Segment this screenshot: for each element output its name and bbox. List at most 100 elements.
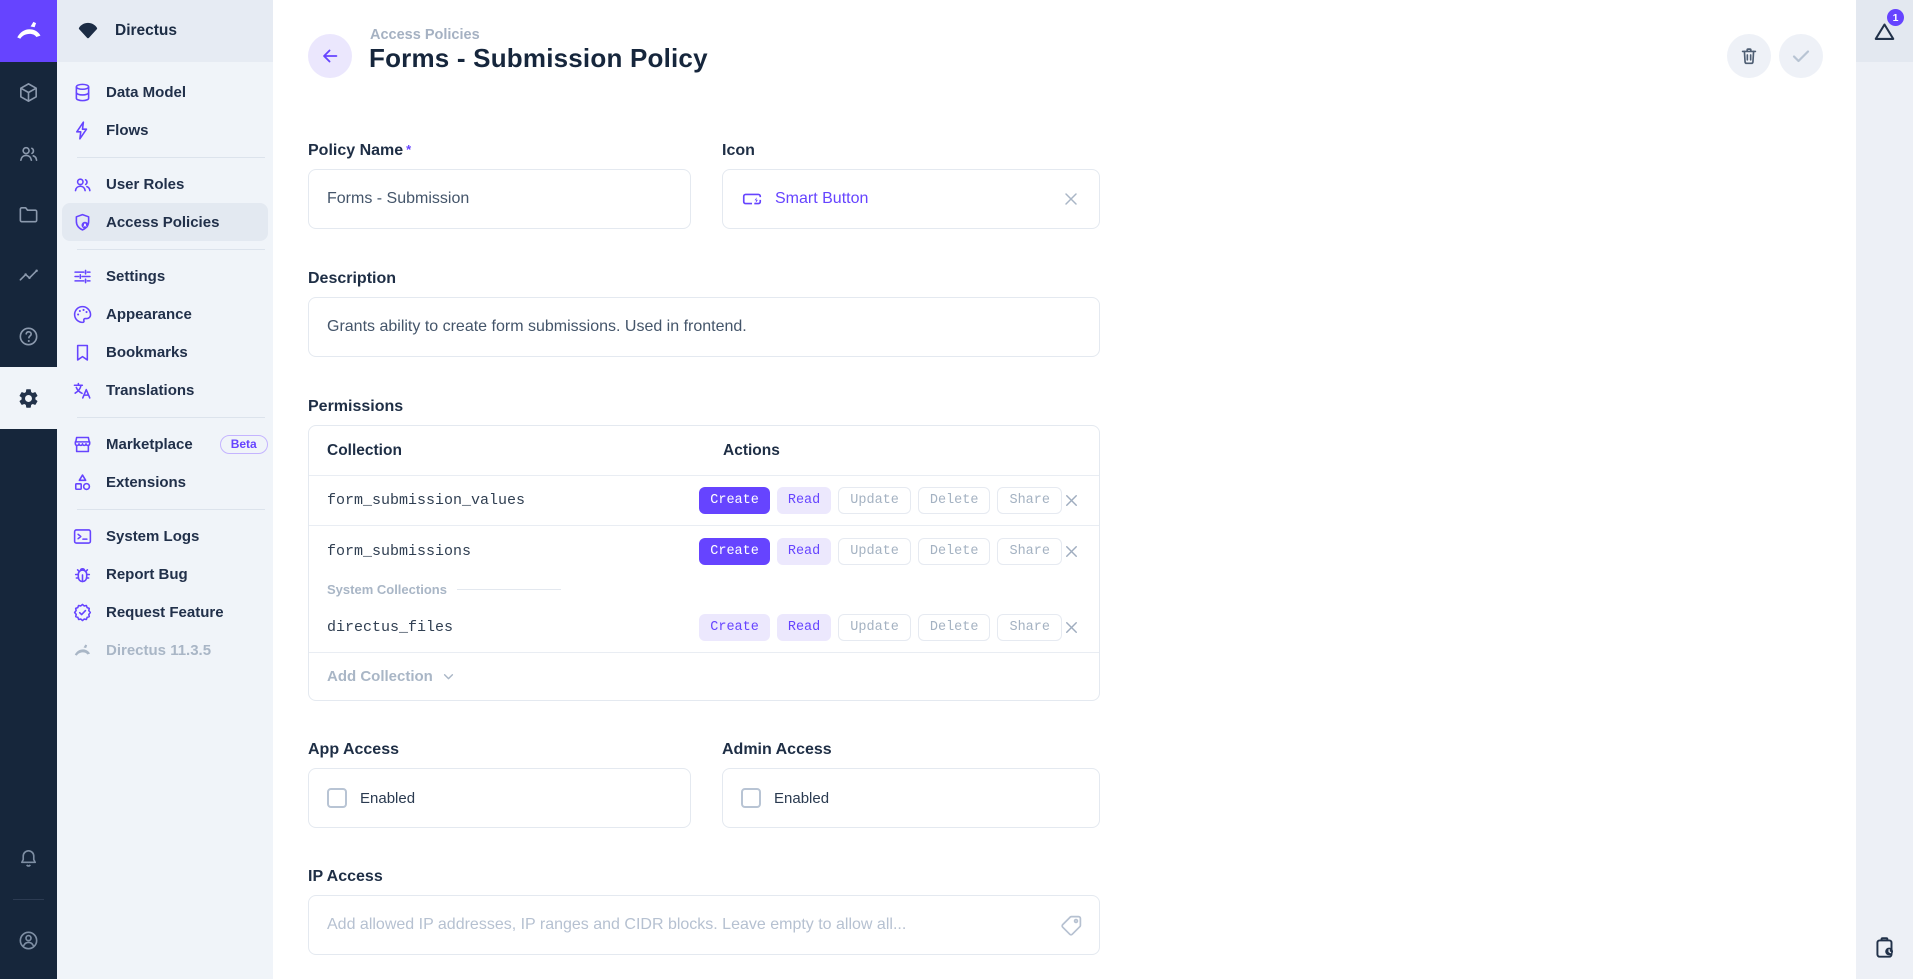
sidebar-item-label: User Roles	[106, 176, 184, 193]
action-chip-delete[interactable]: Delete	[918, 538, 991, 565]
collection-name: directus_files	[327, 619, 699, 636]
required-asterisk: *	[406, 142, 411, 157]
sidebar-item-extensions[interactable]: Extensions	[62, 463, 268, 501]
permissions-label: Permissions	[308, 398, 1100, 416]
app-access-field-group: App Access Enabled	[308, 741, 691, 828]
icon-select[interactable]: Smart Button	[722, 169, 1100, 229]
action-chip-create[interactable]: Create	[699, 538, 770, 565]
system-collections-divider: System Collections	[309, 576, 1099, 602]
ip-access-label: IP Access	[308, 868, 1100, 886]
collection-name: form_submission_values	[327, 492, 699, 509]
save-button[interactable]	[1779, 34, 1823, 78]
project-name: Directus	[115, 22, 177, 40]
sidebar-item-label: Data Model	[106, 84, 186, 101]
action-chip-read[interactable]: Read	[777, 614, 831, 641]
delete-policy-button[interactable]	[1727, 34, 1771, 78]
notification-count-badge: 1	[1887, 9, 1904, 26]
account-circle-icon	[17, 929, 40, 952]
files-folder-icon	[17, 203, 40, 226]
back-button[interactable]	[308, 34, 352, 78]
sidebar-item-appearance[interactable]: Appearance	[62, 295, 268, 333]
action-chip-update[interactable]: Update	[838, 614, 911, 641]
action-chip-delete[interactable]: Delete	[918, 614, 991, 641]
description-input[interactable]: Grants ability to create form submission…	[308, 297, 1100, 357]
ip-access-input[interactable]	[327, 896, 1045, 954]
policy-name-input[interactable]	[327, 170, 672, 228]
notifications-button[interactable]	[0, 828, 57, 889]
remove-row-icon[interactable]	[1062, 542, 1081, 561]
database-icon	[72, 82, 93, 103]
add-collection-button[interactable]: Add Collection	[309, 652, 1099, 700]
project-logo-icon	[75, 18, 101, 44]
admin-access-label: Admin Access	[722, 741, 1100, 759]
module-users[interactable]	[0, 123, 57, 184]
action-chip-delete[interactable]: Delete	[918, 487, 991, 514]
permissions-header-row: Collection Actions	[309, 426, 1099, 476]
action-chip-share[interactable]: Share	[997, 487, 1062, 514]
project-header[interactable]: Directus	[57, 0, 273, 62]
module-files[interactable]	[0, 184, 57, 245]
sidebar-item-label: Appearance	[106, 306, 192, 323]
sidebar-item-system-logs[interactable]: System Logs	[62, 517, 268, 555]
remove-row-icon[interactable]	[1062, 491, 1081, 510]
tune-sliders-icon	[72, 266, 93, 287]
nav-divider	[57, 409, 273, 425]
action-chip-share[interactable]: Share	[997, 614, 1062, 641]
breadcrumb[interactable]: Access Policies	[370, 27, 480, 43]
user-menu-button[interactable]	[0, 910, 57, 971]
sidebar-item-marketplace[interactable]: Marketplace Beta	[62, 425, 268, 463]
permissions-section: Permissions Collection Actions form_subm…	[308, 398, 1100, 701]
admin-access-checkbox[interactable]	[741, 788, 761, 808]
module-content[interactable]	[0, 62, 57, 123]
icon-value: Smart Button	[775, 190, 1061, 208]
remove-row-icon[interactable]	[1062, 618, 1081, 637]
sidebar-item-translations[interactable]: Translations	[62, 371, 268, 409]
app-access-toggle[interactable]: Enabled	[308, 768, 691, 828]
nav-sidebar: Directus Data Model Flows User Roles Acc…	[57, 0, 273, 979]
action-chip-read[interactable]: Read	[777, 538, 831, 565]
module-insights[interactable]	[0, 245, 57, 306]
chevron-down-icon	[440, 668, 457, 685]
module-bar	[0, 0, 57, 979]
revisions-drawer-button[interactable]	[1856, 917, 1913, 979]
module-bar-divider	[13, 899, 44, 900]
module-settings[interactable]	[0, 367, 57, 429]
action-chip-update[interactable]: Update	[838, 487, 911, 514]
action-chip-create[interactable]: Create	[699, 614, 770, 641]
shapes-icon	[72, 472, 93, 493]
action-chip-create[interactable]: Create	[699, 487, 770, 514]
translate-icon	[72, 380, 93, 401]
policy-name-field-group: Policy Name*	[308, 142, 691, 229]
main-content: Access Policies Forms - Submission Polic…	[273, 0, 1856, 979]
sidebar-item-flows[interactable]: Flows	[62, 111, 268, 149]
module-docs[interactable]	[0, 306, 57, 367]
action-chip-share[interactable]: Share	[997, 538, 1062, 565]
sidebar-item-label: Translations	[106, 382, 194, 399]
action-chip-update[interactable]: Update	[838, 538, 911, 565]
notifications-bell-icon	[17, 847, 40, 870]
action-chip-read[interactable]: Read	[777, 487, 831, 514]
sidebar-item-request-feature[interactable]: Request Feature	[62, 593, 268, 631]
sidebar-item-label: Access Policies	[106, 214, 219, 231]
sidebar-item-access-policies[interactable]: Access Policies	[62, 203, 268, 241]
description-field-group: Description Grants ability to create for…	[308, 270, 1100, 357]
sidebar-item-user-roles[interactable]: User Roles	[62, 165, 268, 203]
notifications-drawer-button[interactable]: 1	[1856, 0, 1913, 62]
app-access-option: Enabled	[360, 790, 415, 807]
sidebar-item-report-bug[interactable]: Report Bug	[62, 555, 268, 593]
tag-icon[interactable]	[1060, 913, 1084, 937]
admin-access-toggle[interactable]: Enabled	[722, 768, 1100, 828]
sidebar-item-data-model[interactable]: Data Model	[62, 73, 268, 111]
app-access-checkbox[interactable]	[327, 788, 347, 808]
smart-button-icon	[741, 188, 763, 210]
directus-logo-button[interactable]	[0, 0, 57, 62]
sidebar-item-settings[interactable]: Settings	[62, 257, 268, 295]
collection-name: form_submissions	[327, 543, 699, 560]
description-label: Description	[308, 270, 1100, 288]
users-module-icon	[17, 142, 40, 165]
palette-icon	[72, 304, 93, 325]
sidebar-item-label: Settings	[106, 268, 165, 285]
clipboard-clock-icon	[1872, 935, 1898, 961]
clear-icon[interactable]	[1061, 189, 1081, 209]
sidebar-item-bookmarks[interactable]: Bookmarks	[62, 333, 268, 371]
